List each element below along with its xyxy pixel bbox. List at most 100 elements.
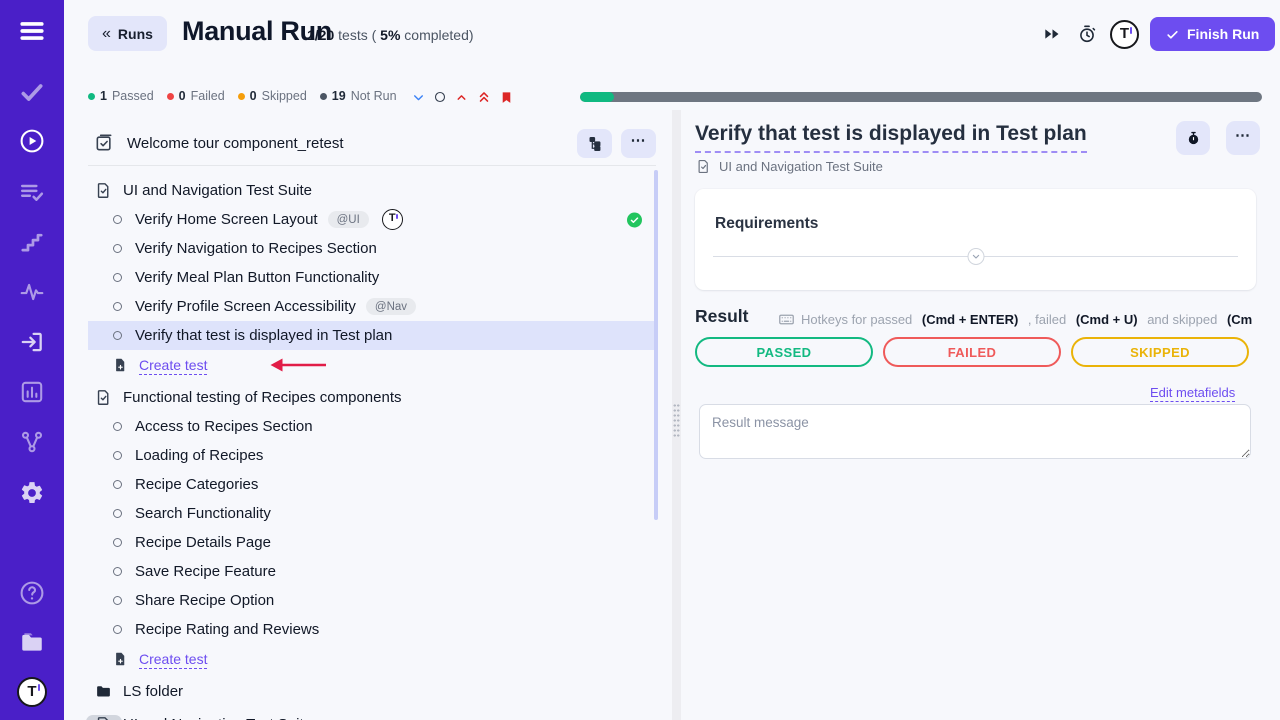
stat-passed: 1Passed: [88, 89, 154, 103]
tree-test-row[interactable]: Recipe Rating and Reviews: [88, 615, 656, 644]
drag-handle-icon: [673, 403, 680, 439]
tree-test-row[interactable]: Share Recipe Option: [88, 586, 656, 615]
tree-test-row[interactable]: Verify that test is displayed in Test pl…: [88, 321, 656, 350]
tree-test-row[interactable]: Recipe Details Page: [88, 528, 656, 557]
result-skipped-button[interactable]: SKIPPED: [1071, 337, 1249, 367]
stat-not-run: 19Not Run: [320, 89, 397, 103]
fast-forward-button[interactable]: [1040, 22, 1064, 46]
tree-test-row[interactable]: Search Functionality: [88, 499, 656, 528]
test-circle-icon: [113, 273, 122, 282]
tree-test-row[interactable]: Save Recipe Feature: [88, 557, 656, 586]
status-dot-icon: [320, 93, 327, 100]
timer-button[interactable]: [1075, 22, 1099, 46]
sidebar-item-help[interactable]: [19, 580, 45, 606]
sidebar-item-activity[interactable]: [19, 279, 45, 305]
tree-suite-row[interactable]: UI and Navigation Test Suite: [88, 176, 656, 205]
result-passed-button[interactable]: PASSED: [695, 337, 873, 367]
tree-view-button[interactable]: [577, 129, 612, 158]
sidebar-item-log-in[interactable]: [19, 329, 45, 355]
edit-metafields-link[interactable]: Edit metafields: [1150, 385, 1235, 400]
testomat-logo[interactable]: T: [17, 677, 47, 707]
testomat-badge-icon: T: [382, 209, 403, 230]
requirements-expand-button[interactable]: [967, 248, 984, 265]
hotkey-text: , failed: [1024, 312, 1070, 327]
run-title: Welcome tour component_retest: [127, 135, 344, 152]
test-label: Save Recipe Feature: [135, 563, 276, 580]
passed-status-icon: [627, 212, 642, 227]
hotkeys-hint: Hotkeys for passed (Cmd + ENTER) , faile…: [778, 311, 1252, 328]
status-dot-icon: [167, 93, 174, 100]
tree-suite-row[interactable]: Functional testing of Recipes components: [88, 383, 656, 412]
circle-icon[interactable]: [434, 91, 446, 103]
test-circle-icon: [113, 596, 122, 605]
tree-test-row[interactable]: Verify Home Screen Layout@UIT: [88, 205, 656, 234]
status-dot-icon: [238, 93, 245, 100]
test-circle-icon: [113, 480, 122, 489]
sidebar-item-check[interactable]: [19, 79, 45, 105]
sidebar-item-list-check[interactable]: [19, 179, 45, 205]
test-actions: ⋯: [1176, 121, 1260, 155]
tree-test-row[interactable]: Verify Navigation to Recipes Section: [88, 234, 656, 263]
test-title[interactable]: Verify that test is displayed in Test pl…: [695, 122, 1087, 153]
status-filter-icons: [412, 89, 513, 105]
test-label: Recipe Categories: [135, 476, 258, 493]
test-label: Search Functionality: [135, 505, 271, 522]
sidebar-item-bar-chart[interactable]: [19, 379, 45, 405]
test-tag-badge: @UI: [328, 211, 369, 228]
test-circle-icon: [113, 567, 122, 576]
divider: [88, 165, 656, 166]
bookmark-icon[interactable]: [500, 90, 513, 105]
tree-test-row[interactable]: Verify Profile Screen Accessibility@Nav: [88, 292, 656, 321]
folder-label: LS folder: [123, 683, 183, 700]
tree-test-row[interactable]: Recipe Categories: [88, 470, 656, 499]
test-circle-icon: [113, 451, 122, 460]
create-test-link[interactable]: Create test: [139, 651, 207, 667]
test-suite-label: UI and Navigation Test Suite: [719, 159, 883, 174]
tree-more-button[interactable]: ⋯: [621, 129, 656, 158]
tree-create-row[interactable]: Create test: [88, 350, 656, 379]
test-circle-icon: [113, 538, 122, 547]
topbar-actions: T Finish Run: [1040, 17, 1275, 51]
test-circle-icon: [113, 625, 122, 634]
back-to-runs-label: Runs: [118, 26, 153, 42]
tests-percent: 5%: [380, 27, 400, 43]
stopwatch-button[interactable]: [1176, 121, 1210, 155]
tests-progress-text: 1/20 tests ( 5% completed): [307, 27, 474, 43]
run-progress-fill: [580, 92, 614, 102]
result-message-input[interactable]: [699, 404, 1251, 459]
hotkey-text: Hotkeys for passed: [801, 312, 916, 327]
tree-scrollbar[interactable]: [654, 170, 658, 520]
chevron-down-icon: [971, 252, 980, 261]
sidebar-item-branch[interactable]: [19, 429, 45, 455]
create-test-link[interactable]: Create test: [139, 357, 207, 373]
result-title: Result: [695, 306, 748, 327]
run-stats: 1Passed0Failed0Skipped19Not Run: [88, 89, 397, 103]
sidebar-item-settings[interactable]: [19, 480, 45, 506]
tree-folder-row[interactable]: LS folder: [88, 677, 656, 706]
test-more-button[interactable]: ⋯: [1226, 121, 1260, 155]
sidebar-item-play-circle[interactable]: [19, 128, 45, 154]
sidebar-item-steps[interactable]: [19, 229, 45, 255]
suite-label: UI and Navigation Test Suite: [123, 182, 312, 199]
result-failed-button[interactable]: FAILED: [883, 337, 1061, 367]
testomat-logo[interactable]: T: [1110, 20, 1139, 49]
test-label: Access to Recipes Section: [135, 418, 313, 435]
stat-failed: 0Failed: [167, 89, 225, 103]
tree-test-row[interactable]: Loading of Recipes: [88, 441, 656, 470]
run-progress-bar: [580, 92, 1262, 102]
sidebar-item-folder[interactable]: [19, 630, 45, 656]
chevron-down-icon[interactable]: [412, 91, 425, 104]
panel-resize-gutter[interactable]: [672, 110, 681, 720]
test-circle-icon: [113, 244, 122, 253]
tree-test-row[interactable]: Access to Recipes Section: [88, 412, 656, 441]
test-label: Share Recipe Option: [135, 592, 274, 609]
back-to-runs-button[interactable]: « Runs: [88, 16, 167, 51]
sidebar-item-menu[interactable]: [19, 18, 45, 44]
chevron-up-icon[interactable]: [455, 91, 468, 104]
tree-view-icon: [587, 136, 602, 151]
tree-suite-row[interactable]: 0.0UI and Navigation Test Suite: [88, 710, 656, 720]
finish-run-button[interactable]: Finish Run: [1150, 17, 1275, 51]
tree-test-row[interactable]: Verify Meal Plan Button Functionality: [88, 263, 656, 292]
tree-create-row[interactable]: Create test: [88, 644, 656, 673]
chevrons-up-icon[interactable]: [477, 90, 491, 104]
